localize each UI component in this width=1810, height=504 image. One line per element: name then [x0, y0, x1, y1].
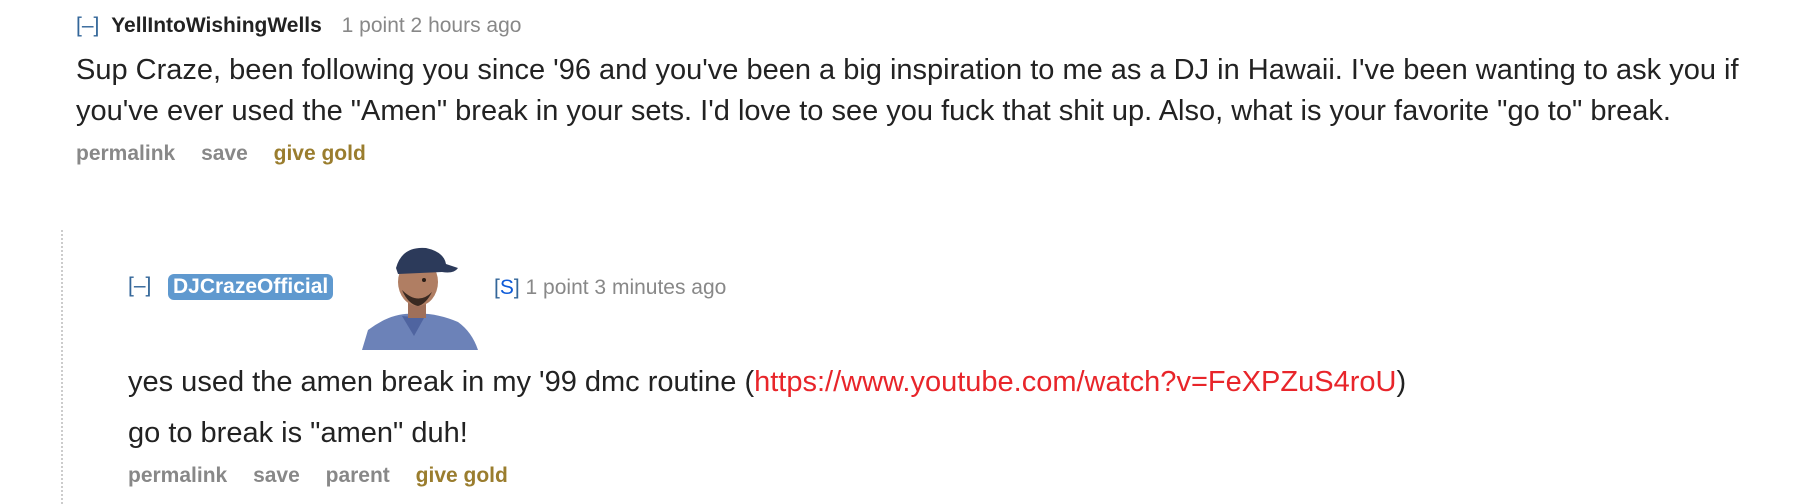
author-link[interactable]: YellIntoWishingWells	[111, 14, 322, 37]
reply-meta: [S] 1 point 3 minutes ago	[494, 274, 726, 302]
save-button[interactable]: save	[253, 464, 300, 487]
submitter-mark[interactable]: [S]	[494, 276, 520, 299]
comment-meta: 1 point 2 hours ago	[341, 14, 522, 37]
reply-buttons: permalink save parent give gold	[128, 464, 1768, 488]
save-button[interactable]: save	[201, 142, 248, 165]
permalink-button[interactable]: permalink	[128, 464, 227, 487]
comment-meta: 1 point 3 minutes ago	[525, 276, 727, 299]
comment-buttons: permalink save give gold	[76, 142, 1776, 166]
reply-comment: [–] DJCrazeOfficial [S] 1 point 3 minute…	[128, 232, 1768, 488]
parent-tagline: [–] YellIntoWishingWells 1 point 2 hours…	[76, 12, 1776, 40]
thread-line	[61, 230, 63, 504]
submitter-author-link[interactable]: DJCrazeOfficial	[168, 274, 334, 300]
permalink-button[interactable]: permalink	[76, 142, 175, 165]
give-gold-button[interactable]: give gold	[416, 464, 508, 487]
reply-line-2: go to break is "amen" duh!	[128, 417, 468, 449]
collapse-toggle[interactable]: [–]	[128, 274, 151, 298]
reply-body: yes used the amen break in my '99 dmc ro…	[128, 362, 1768, 454]
youtube-link[interactable]: https://www.youtube.com/watch?v=FeXPZuS4…	[754, 366, 1396, 398]
avatar	[362, 232, 478, 350]
comment-body: Sup Craze, been following you since '96 …	[76, 54, 1739, 127]
reply-line-1: yes used the amen break in my '99 dmc ro…	[128, 366, 1407, 398]
collapse-toggle[interactable]: [–]	[76, 14, 99, 37]
parent-comment: [–] YellIntoWishingWells 1 point 2 hours…	[76, 12, 1776, 166]
reply-tagline: [–] DJCrazeOfficial [S] 1 point 3 minute…	[128, 232, 1768, 350]
parent-button[interactable]: parent	[326, 464, 390, 487]
give-gold-button[interactable]: give gold	[274, 142, 366, 165]
